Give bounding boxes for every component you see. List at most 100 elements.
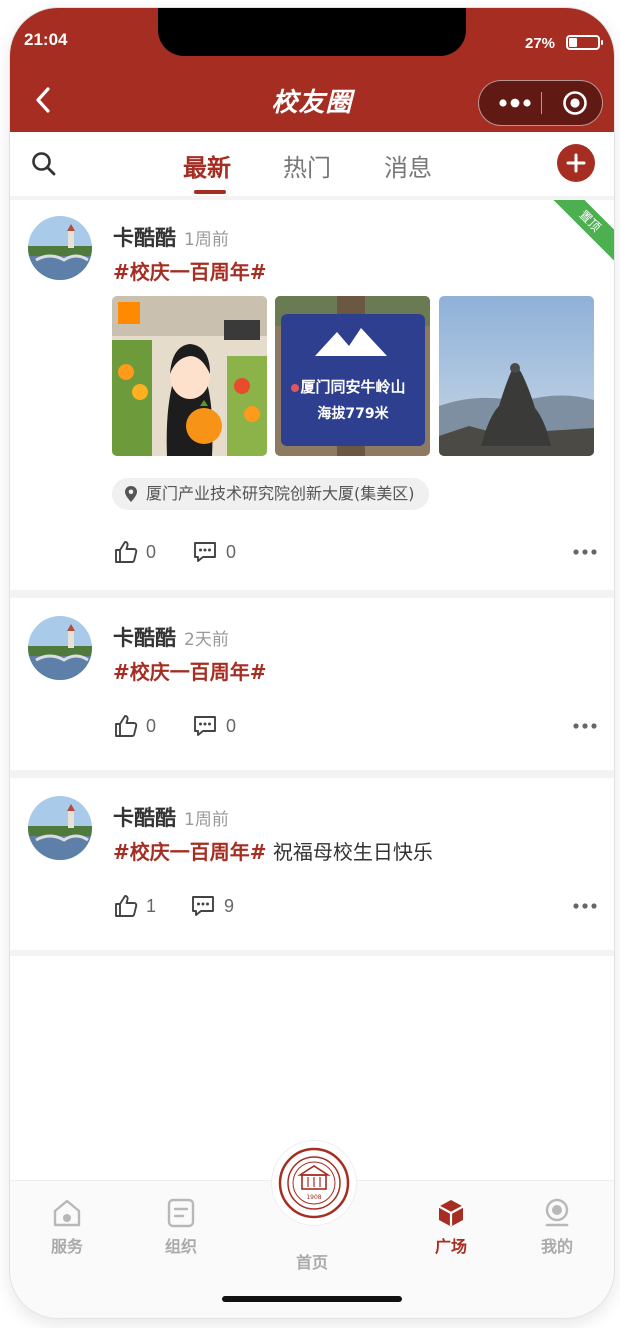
- bottom-tab-organization[interactable]: 组织: [136, 1197, 226, 1257]
- search-icon: [32, 152, 56, 176]
- avatar[interactable]: [28, 216, 92, 280]
- post-text: 祝福母校生日快乐: [272, 840, 433, 864]
- like-button[interactable]: 0: [114, 538, 156, 566]
- post-actions: 0 0: [114, 712, 598, 740]
- organization-icon: [167, 1198, 195, 1228]
- pinned-label: 置顶: [552, 200, 614, 262]
- phone-frame: 21:04 27% 校友圈 最新 热门 消息 置顶 卡酷酷 1周前 #校庆一百周…: [10, 8, 614, 1318]
- author-line: 卡酷酷 1周前: [113, 802, 229, 832]
- post-more-icon[interactable]: [572, 898, 598, 914]
- avatar[interactable]: [28, 796, 92, 860]
- tab-latest[interactable]: 最新: [183, 148, 231, 183]
- hashtag-link[interactable]: #校庆一百周年#: [113, 660, 267, 684]
- status-time: 21:04: [24, 30, 68, 49]
- battery-percentage: 27%: [525, 35, 556, 52]
- hashtag-link[interactable]: #校庆一百周年#: [113, 260, 267, 284]
- post-content: #校庆一百周年# 祝福母校生日快乐: [113, 836, 433, 865]
- add-post-button[interactable]: [557, 144, 595, 182]
- emblem-year: 1908: [306, 1194, 321, 1201]
- comment-icon: [194, 716, 216, 736]
- post-more-icon[interactable]: [572, 544, 598, 560]
- profile-icon: [545, 1198, 569, 1227]
- more-dots-icon: [499, 98, 531, 108]
- author-line: 卡酷酷 2天前: [113, 622, 229, 652]
- comment-button[interactable]: 0: [192, 538, 236, 566]
- bottom-tab-home[interactable]: 首页: [267, 1245, 357, 1273]
- bottom-tab-label: 服务: [50, 1237, 83, 1256]
- girl-with-orange-photo: [112, 296, 267, 456]
- sign-line-1: 厦门同安牛岭山: [300, 378, 405, 396]
- bottom-tab-label: 组织: [164, 1237, 197, 1256]
- post-content: #校庆一百周年#: [113, 256, 267, 285]
- author-line: 卡酷酷 1周前: [113, 222, 229, 252]
- comment-icon: [194, 542, 216, 562]
- miniprogram-capsule: [478, 80, 603, 126]
- bottom-tab-label: 我的: [540, 1237, 573, 1256]
- bottom-tab-profile[interactable]: 我的: [512, 1197, 602, 1257]
- post-time: 2天前: [184, 630, 229, 650]
- campus-avatar-image: [28, 616, 92, 680]
- author-name[interactable]: 卡酷酷: [113, 226, 176, 250]
- capsule-more-button[interactable]: [491, 81, 539, 125]
- search-button[interactable]: [30, 150, 58, 178]
- author-name[interactable]: 卡酷酷: [113, 806, 176, 830]
- post-actions: 1 9: [114, 892, 598, 920]
- target-icon: [563, 91, 587, 115]
- photo-1[interactable]: [112, 296, 267, 456]
- header-bar: 21:04 27% 校友圈: [10, 8, 614, 132]
- like-count: 0: [146, 715, 157, 736]
- sign-line-2: 海拔779米: [317, 405, 389, 422]
- active-tab-indicator: [194, 190, 226, 194]
- school-emblem-icon: 1908: [278, 1147, 350, 1219]
- like-button[interactable]: 0: [114, 712, 156, 740]
- comment-button[interactable]: 0: [192, 712, 236, 740]
- like-count: 0: [146, 541, 157, 562]
- author-name[interactable]: 卡酷酷: [113, 626, 176, 650]
- post-content: #校庆一百周年#: [113, 656, 267, 685]
- feed-tabs-bar: 最新 热门 消息: [10, 132, 614, 196]
- like-count: 1: [146, 895, 157, 916]
- battery-level: [569, 38, 577, 47]
- capsule-close-button[interactable]: [555, 81, 595, 125]
- thumbs-up-icon: [115, 715, 138, 737]
- stone-cairn-photo: [439, 296, 594, 456]
- like-button[interactable]: 1: [114, 892, 156, 920]
- photo-3[interactable]: [439, 296, 594, 456]
- device-notch: [158, 8, 466, 56]
- square-cube-icon: [438, 1200, 464, 1227]
- thumbs-up-icon: [115, 895, 138, 917]
- post-card[interactable]: 置顶 卡酷酷 1周前 #校庆一百周年# 厦门同安牛岭山 海拔779米 厦门产业技…: [10, 200, 614, 590]
- post-more-icon[interactable]: [572, 718, 598, 734]
- avatar[interactable]: [28, 616, 92, 680]
- comment-icon: [192, 896, 214, 916]
- bottom-tab-service[interactable]: 服务: [22, 1197, 112, 1257]
- bottom-tab-square[interactable]: 广场: [406, 1197, 496, 1257]
- capsule-divider: [541, 92, 542, 114]
- bottom-tab-label: 广场: [434, 1237, 467, 1256]
- tab-hot[interactable]: 热门: [283, 148, 331, 183]
- pinned-ribbon: 置顶: [552, 200, 614, 262]
- home-emblem-button[interactable]: 1908: [272, 1141, 356, 1225]
- location-tag[interactable]: 厦门产业技术研究院创新大厦(集美区): [112, 478, 429, 510]
- mountain-sign-photo: 厦门同安牛岭山 海拔779米: [275, 296, 430, 456]
- campus-avatar-image: [28, 796, 92, 860]
- bottom-tab-label: 首页: [295, 1253, 328, 1272]
- photo-2[interactable]: 厦门同安牛岭山 海拔779米: [275, 296, 430, 456]
- comment-button[interactable]: 9: [190, 892, 234, 920]
- comment-count: 9: [224, 895, 235, 916]
- location-text: 厦门产业技术研究院创新大厦(集美区): [146, 484, 415, 503]
- post-actions: 0 0: [114, 538, 598, 566]
- hashtag-link[interactable]: #校庆一百周年#: [113, 840, 267, 864]
- location-pin-icon: [125, 486, 137, 502]
- thumbs-up-icon: [115, 541, 138, 563]
- tab-messages[interactable]: 消息: [384, 148, 432, 183]
- comment-count: 0: [226, 715, 237, 736]
- post-card[interactable]: 卡酷酷 1周前 #校庆一百周年# 祝福母校生日快乐 1 9: [10, 778, 614, 950]
- plus-icon: [566, 153, 586, 173]
- post-time: 1周前: [184, 810, 229, 830]
- post-time: 1周前: [184, 230, 229, 250]
- comment-count: 0: [226, 541, 237, 562]
- post-card[interactable]: 卡酷酷 2天前 #校庆一百周年# 0 0: [10, 598, 614, 770]
- service-icon: [53, 1199, 81, 1227]
- battery-icon: [566, 35, 603, 50]
